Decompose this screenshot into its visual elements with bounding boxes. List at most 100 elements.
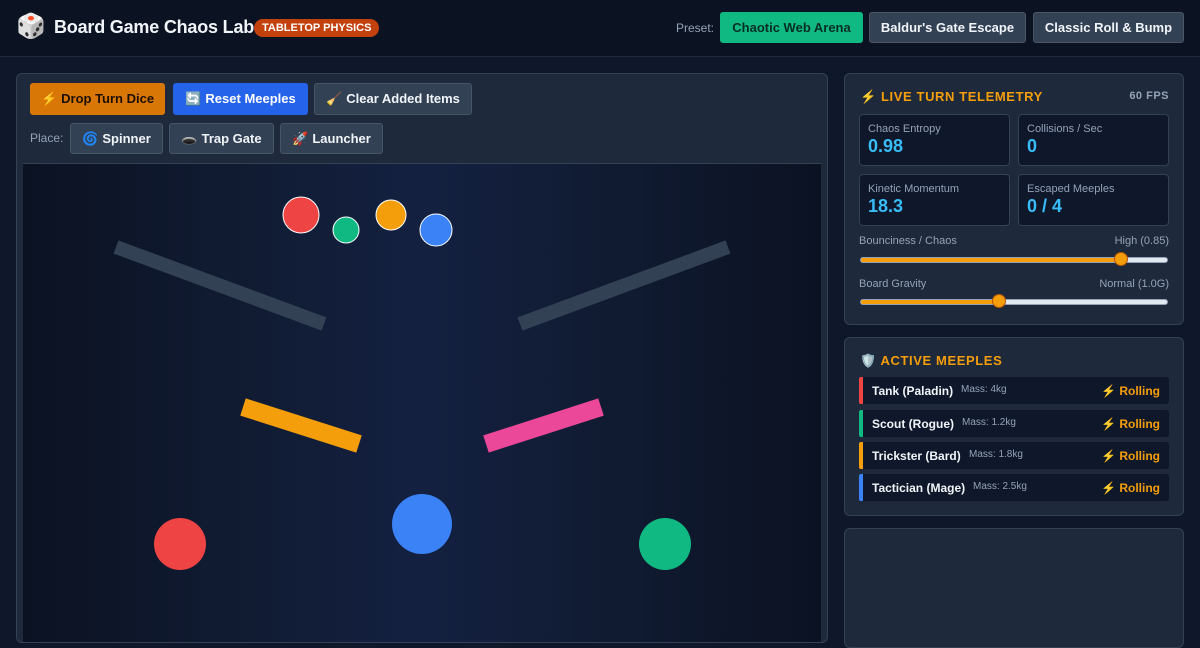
right-ramp bbox=[517, 240, 731, 331]
place-launcher-label: Launcher bbox=[312, 131, 371, 146]
gravity-slider[interactable] bbox=[860, 294, 1168, 308]
meeple-status-text: Rolling bbox=[1119, 449, 1160, 463]
meeple-name: Tactician (Mage) bbox=[872, 481, 966, 495]
meeple-row-scout[interactable]: Scout (Rogue) Mass: 1.2kg ⚡ Rolling bbox=[859, 410, 1169, 437]
blue-bumper bbox=[392, 494, 452, 554]
meeple-mass: Mass: 2.5kg bbox=[973, 481, 1027, 492]
reset-meeples-button[interactable]: 🔄 Reset Meeples bbox=[173, 83, 308, 115]
meeple-mass: Mass: 4kg bbox=[961, 384, 1007, 395]
slider-thumb[interactable] bbox=[1114, 252, 1129, 266]
die-icon: 🎲 bbox=[16, 13, 46, 40]
place-label: Place: bbox=[30, 131, 64, 145]
meeple-status: ⚡ Rolling bbox=[1101, 449, 1160, 463]
spiral-icon: 🌀 bbox=[82, 131, 99, 146]
clear-added-items-label: Clear Added Items bbox=[346, 91, 460, 106]
active-meeples-panel: 🛡️ ACTIVE MEEPLES Tank (Paladin) Mass: 4… bbox=[844, 337, 1184, 516]
stat-card-collisions: Collisions / Sec 0 bbox=[1018, 114, 1169, 166]
preset-chaotic-web-arena-button[interactable]: Chaotic Web Arena bbox=[720, 12, 863, 43]
bounciness-label: Bounciness / Chaos bbox=[859, 235, 957, 247]
stat-value: 0 bbox=[1027, 136, 1038, 156]
telemetry-panel: ⚡ LIVE TURN TELEMETRY 60 FPS Chaos Entro… bbox=[844, 73, 1184, 325]
top-bar: 🎲 Board Game Chaos Lab TABLETOP PHYSICS … bbox=[0, 0, 1200, 57]
green-bumper bbox=[639, 518, 691, 570]
telemetry-title: ⚡ LIVE TURN TELEMETRY bbox=[860, 89, 1043, 105]
lightning-icon: ⚡ bbox=[1101, 449, 1116, 463]
fps-counter: 60 FPS bbox=[1129, 90, 1169, 102]
orange-paddle bbox=[240, 398, 362, 453]
refresh-icon: 🔄 bbox=[185, 91, 202, 106]
app-badge: TABLETOP PHYSICS bbox=[254, 19, 380, 37]
drop-turn-dice-button[interactable]: ⚡ Drop Turn Dice bbox=[30, 83, 165, 115]
red-bumper bbox=[154, 518, 206, 570]
bounciness-slider[interactable] bbox=[860, 252, 1168, 266]
telemetry-title-text: LIVE TURN TELEMETRY bbox=[881, 89, 1043, 104]
place-launcher-button[interactable]: 🚀 Launcher bbox=[280, 123, 383, 154]
blue-meeple-token bbox=[419, 213, 453, 247]
gravity-label: Board Gravity bbox=[859, 278, 927, 290]
stat-value: 0 / 4 bbox=[1027, 196, 1063, 216]
stat-card-kinetic-momentum: Kinetic Momentum 18.3 bbox=[859, 174, 1010, 226]
meeple-mass: Mass: 1.2kg bbox=[962, 417, 1016, 428]
lightning-icon: ⚡ bbox=[40, 91, 58, 106]
pink-paddle bbox=[483, 398, 604, 453]
green-meeple-token bbox=[332, 216, 360, 244]
meeple-name: Trickster (Bard) bbox=[872, 449, 961, 463]
drop-turn-dice-label: Drop Turn Dice bbox=[61, 91, 155, 106]
meeple-color-bar bbox=[859, 442, 863, 469]
meeple-color-bar bbox=[859, 410, 863, 437]
preset-baldurs-gate-escape-button[interactable]: Baldur's Gate Escape bbox=[869, 12, 1026, 43]
left-ramp bbox=[113, 240, 327, 331]
board-scene bbox=[113, 196, 731, 570]
stat-value: 18.3 bbox=[868, 196, 904, 216]
additional-panel bbox=[844, 528, 1184, 648]
stat-card-escaped-meeples: Escaped Meeples 0 / 4 bbox=[1018, 174, 1169, 226]
stat-label: Escaped Meeples bbox=[1027, 183, 1115, 195]
simulation-panel: ⚡ Drop Turn Dice 🔄 Reset Meeples 🧹 Clear Ad… bbox=[16, 73, 828, 643]
meeple-row-tactician[interactable]: Tactician (Mage) Mass: 2.5kg ⚡ Rolling bbox=[859, 474, 1169, 501]
stat-label: Collisions / Sec bbox=[1027, 123, 1103, 135]
red-meeple-token bbox=[282, 196, 320, 234]
clear-added-items-button[interactable]: 🧹 Clear Added Items bbox=[314, 83, 472, 115]
place-trap-gate-label: Trap Gate bbox=[201, 131, 262, 146]
place-trap-gate-button[interactable]: 🕳️ Trap Gate bbox=[169, 123, 274, 154]
place-spinner-button[interactable]: 🌀 Spinner bbox=[70, 123, 163, 154]
stat-label: Kinetic Momentum bbox=[868, 183, 960, 195]
bounciness-value: High (0.85) bbox=[1114, 235, 1169, 247]
rocket-icon: 🚀 bbox=[292, 131, 309, 146]
meeple-name: Tank (Paladin) bbox=[872, 384, 954, 398]
reset-meeples-label: Reset Meeples bbox=[205, 91, 296, 106]
meeple-status: ⚡ Rolling bbox=[1101, 417, 1160, 431]
hole-icon: 🕳️ bbox=[181, 131, 198, 146]
meeple-status-text: Rolling bbox=[1119, 481, 1160, 495]
meeple-status-text: Rolling bbox=[1119, 384, 1160, 398]
meeple-row-tank[interactable]: Tank (Paladin) Mass: 4kg ⚡ Rolling bbox=[859, 377, 1169, 404]
shield-icon: 🛡️ bbox=[860, 353, 877, 368]
meeple-mass: Mass: 1.8kg bbox=[969, 449, 1023, 460]
meeple-status-text: Rolling bbox=[1119, 417, 1160, 431]
stat-card-chaos-entropy: Chaos Entropy 0.98 bbox=[859, 114, 1010, 166]
orange-meeple-token bbox=[375, 199, 407, 231]
preset-label: Preset: bbox=[676, 21, 715, 35]
meeple-color-bar bbox=[859, 474, 863, 501]
meeple-row-trickster[interactable]: Trickster (Bard) Mass: 1.8kg ⚡ Rolling bbox=[859, 442, 1169, 469]
lightning-icon: ⚡ bbox=[1101, 384, 1116, 398]
lightning-icon: ⚡ bbox=[860, 89, 877, 104]
stat-value: 0.98 bbox=[868, 136, 904, 156]
meeple-name: Scout (Rogue) bbox=[872, 417, 954, 431]
game-board-canvas[interactable] bbox=[23, 163, 821, 642]
active-meeples-title-text: ACTIVE MEEPLES bbox=[880, 353, 1003, 368]
stat-label: Chaos Entropy bbox=[868, 123, 941, 135]
preset-classic-roll-bump-button[interactable]: Classic Roll & Bump bbox=[1033, 12, 1184, 43]
slider-fill bbox=[861, 258, 1122, 262]
lightning-icon: ⚡ bbox=[1101, 481, 1116, 495]
slider-fill bbox=[861, 300, 999, 304]
place-spinner-label: Spinner bbox=[102, 131, 151, 146]
broom-icon: 🧹 bbox=[326, 91, 343, 106]
app-title: Board Game Chaos Lab bbox=[54, 17, 255, 37]
lightning-icon: ⚡ bbox=[1101, 417, 1116, 431]
meeple-color-bar bbox=[859, 377, 863, 404]
meeple-status: ⚡ Rolling bbox=[1101, 384, 1160, 398]
meeple-status: ⚡ Rolling bbox=[1101, 481, 1160, 495]
active-meeples-title: 🛡️ ACTIVE MEEPLES bbox=[860, 353, 1002, 369]
slider-thumb[interactable] bbox=[991, 294, 1006, 308]
